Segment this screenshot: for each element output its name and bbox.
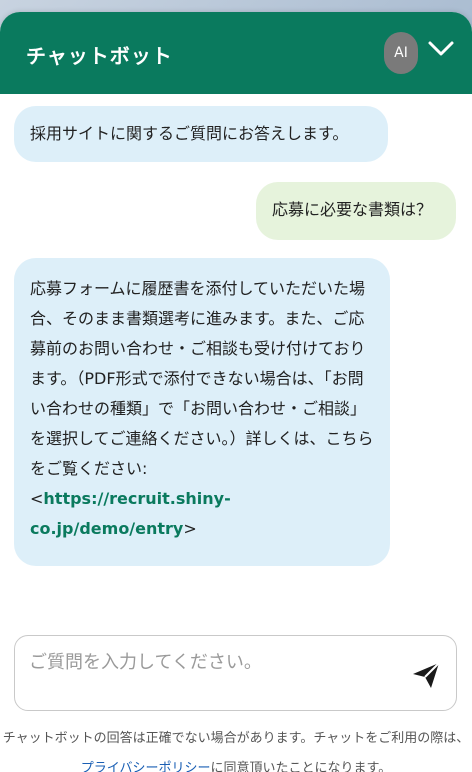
bot-message-text: 採用サイトに関するご質問にお答えします。 bbox=[30, 124, 349, 143]
disclaimer-text-end: に同意頂いたことになります。 bbox=[210, 761, 392, 772]
entry-link[interactable]: https://recruit.shiny-co.jp/demo/entry bbox=[30, 489, 231, 538]
link-bracket-open: < bbox=[30, 489, 44, 508]
chevron-down-icon[interactable] bbox=[426, 34, 456, 64]
privacy-policy-link[interactable]: プライバシーポリシー bbox=[81, 761, 211, 772]
user-message-text: 応募に必要な書類は？ bbox=[272, 200, 433, 219]
chat-title: チャットボット bbox=[26, 44, 173, 68]
ai-badge: AI bbox=[384, 32, 418, 74]
message-input[interactable] bbox=[27, 646, 401, 700]
bot-message-text: 応募フォームに履歴書を添付していただいた場合、そのまま書類選考に進みます。また、… bbox=[30, 279, 374, 478]
message-input-box bbox=[14, 635, 457, 711]
bot-message: 採用サイトに関するご質問にお答えします。 bbox=[14, 106, 388, 162]
disclaimer-text: チャットボットの回答は正確でない場合があります。チャットをご利用の際は、 bbox=[2, 731, 470, 746]
message-list: 採用サイトに関するご質問にお答えします。 応募に必要な書類は？ 応募フォームに履… bbox=[0, 94, 472, 614]
chat-header: チャットボット AI bbox=[0, 12, 472, 94]
send-icon[interactable] bbox=[411, 660, 441, 690]
disclaimer: チャットボットの回答は正確でない場合があります。チャットをご利用の際は、プライバ… bbox=[0, 724, 472, 772]
bot-message: 応募フォームに履歴書を添付していただいた場合、そのまま書類選考に進みます。また、… bbox=[14, 258, 390, 566]
chatbot-widget: チャットボット AI 採用サイトに関するご質問にお答えします。 応募に必要な書類… bbox=[0, 12, 472, 772]
user-message: 応募に必要な書類は？ bbox=[256, 182, 456, 240]
link-bracket-close: > bbox=[183, 519, 197, 538]
